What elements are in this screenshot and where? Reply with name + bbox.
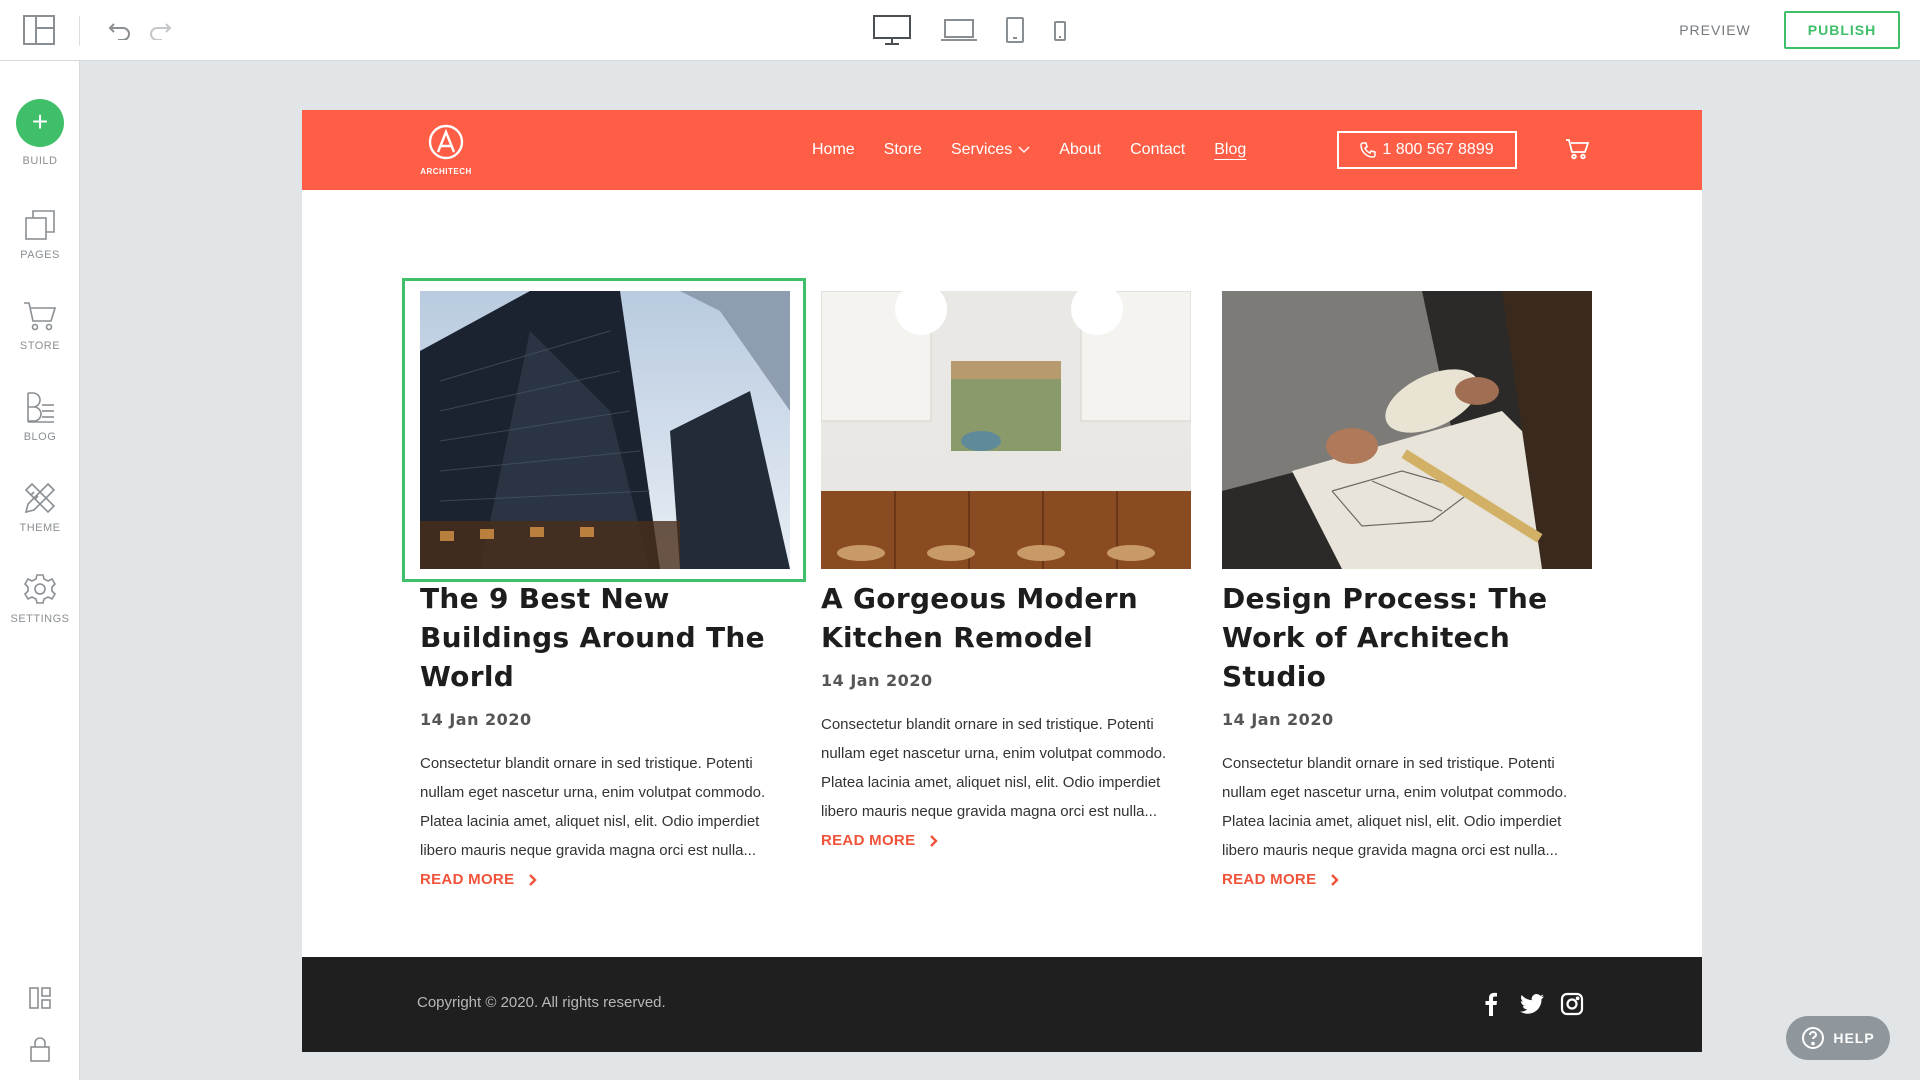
post-date: 14 Jan 2020 bbox=[420, 710, 532, 729]
nav-services-label: Services bbox=[950, 141, 1013, 158]
post-title[interactable]: A Gorgeous Modern Kitchen Remodel bbox=[821, 579, 1191, 657]
mobile-icon[interactable] bbox=[1053, 20, 1067, 42]
pages-icon bbox=[0, 205, 80, 245]
blog-card: The 9 Best New Buildings Around The Worl… bbox=[420, 291, 790, 888]
phone-number: 1 800 567 8899 bbox=[1382, 141, 1494, 158]
sidebar-item-label: STORE bbox=[19, 340, 61, 352]
sidebar-item-pages[interactable]: PAGES bbox=[0, 205, 80, 261]
nav-store[interactable]: Store bbox=[884, 141, 922, 159]
cart-icon bbox=[0, 296, 80, 336]
post-image-kitchen[interactable] bbox=[821, 291, 1191, 569]
nav-blog[interactable]: Blog bbox=[1214, 141, 1246, 159]
sidebar-item-label: BLOG bbox=[23, 431, 57, 443]
read-more-link[interactable]: READ MORE bbox=[1222, 871, 1592, 888]
sidebar-item-label: PAGES bbox=[20, 249, 60, 261]
site-header[interactable]: ARCHITECH Home Store Services About Cont… bbox=[302, 110, 1702, 190]
desktop-icon[interactable] bbox=[872, 14, 912, 46]
post-date: 14 Jan 2020 bbox=[821, 671, 933, 690]
dashboard-icon[interactable] bbox=[0, 987, 80, 1009]
sidebar-item-blog[interactable]: BLOG bbox=[0, 387, 80, 443]
lock-icon[interactable] bbox=[0, 1036, 80, 1062]
redo-icon[interactable] bbox=[146, 16, 174, 44]
chevron-down-icon bbox=[1018, 146, 1030, 153]
cart-icon[interactable] bbox=[1565, 138, 1590, 165]
publish-button[interactable]: PUBLISH bbox=[1784, 11, 1900, 49]
sidebar-item-theme[interactable]: THEME bbox=[0, 478, 80, 534]
editor-sidebar: + BUILD PAGES STORE BLOG THEME SETTINGS bbox=[0, 61, 80, 1080]
sidebar-item-label: SETTINGS bbox=[10, 613, 70, 625]
sidebar-item-label: BUILD bbox=[22, 155, 58, 167]
blog-card: Design Process: The Work of Architech St… bbox=[1222, 291, 1592, 888]
help-button[interactable]: HELP bbox=[1786, 1016, 1890, 1060]
site-logo[interactable]: ARCHITECH bbox=[415, 124, 477, 176]
nav-about[interactable]: About bbox=[1059, 141, 1101, 159]
instagram-icon[interactable] bbox=[1560, 992, 1584, 1021]
post-image-architect[interactable] bbox=[1222, 291, 1592, 569]
post-image-buildings[interactable] bbox=[420, 291, 790, 569]
post-excerpt: Consectetur blandit ornare in sed tristi… bbox=[821, 716, 1167, 820]
undo-icon[interactable] bbox=[106, 16, 134, 44]
layout-icon[interactable] bbox=[22, 14, 56, 46]
page-canvas: ARCHITECH Home Store Services About Cont… bbox=[302, 110, 1702, 1052]
plus-icon: + bbox=[16, 99, 64, 147]
nav-services[interactable]: Services bbox=[951, 141, 1030, 159]
brand-name: ARCHITECH bbox=[420, 167, 472, 176]
preview-button[interactable]: PREVIEW bbox=[1660, 18, 1770, 42]
chevron-right-icon bbox=[930, 834, 939, 847]
nav-home[interactable]: Home bbox=[812, 141, 855, 159]
logo-mark-icon bbox=[428, 124, 464, 160]
read-more-label: READ MORE bbox=[821, 832, 916, 849]
phone-icon bbox=[1360, 142, 1377, 158]
read-more-label: READ MORE bbox=[1222, 871, 1317, 888]
site-nav: Home Store Services About Contact Blog bbox=[812, 110, 1275, 190]
blog-icon bbox=[0, 387, 80, 427]
editor-toolbar: PREVIEW PUBLISH bbox=[0, 0, 1920, 61]
sidebar-item-build[interactable]: + BUILD bbox=[0, 99, 80, 167]
copyright-text: Copyright © 2020. All rights reserved. bbox=[417, 994, 666, 1011]
site-footer: Copyright © 2020. All rights reserved. bbox=[302, 957, 1702, 1052]
facebook-icon[interactable] bbox=[1484, 992, 1498, 1021]
laptop-icon[interactable] bbox=[940, 16, 978, 44]
chevron-right-icon bbox=[529, 873, 538, 886]
twitter-icon[interactable] bbox=[1520, 994, 1544, 1019]
tablet-icon[interactable] bbox=[1005, 16, 1025, 44]
sidebar-item-label: THEME bbox=[19, 522, 61, 534]
read-more-link[interactable]: READ MORE bbox=[821, 832, 1191, 849]
post-date: 14 Jan 2020 bbox=[1222, 710, 1334, 729]
brush-icon bbox=[0, 478, 80, 518]
gear-icon bbox=[0, 569, 80, 609]
blog-card: A Gorgeous Modern Kitchen Remodel 14 Jan… bbox=[821, 291, 1191, 849]
chevron-right-icon bbox=[1331, 873, 1340, 886]
post-title[interactable]: The 9 Best New Buildings Around The Worl… bbox=[420, 579, 790, 696]
help-icon bbox=[1802, 1027, 1825, 1049]
sidebar-item-store[interactable]: STORE bbox=[0, 296, 80, 352]
phone-button[interactable]: 1 800 567 8899 bbox=[1337, 131, 1517, 169]
read-more-label: READ MORE bbox=[420, 871, 515, 888]
post-excerpt: Consectetur blandit ornare in sed tristi… bbox=[420, 755, 766, 859]
read-more-link[interactable]: READ MORE bbox=[420, 871, 790, 888]
post-title[interactable]: Design Process: The Work of Architech St… bbox=[1222, 579, 1592, 696]
nav-contact[interactable]: Contact bbox=[1130, 141, 1185, 159]
post-excerpt: Consectetur blandit ornare in sed tristi… bbox=[1222, 755, 1568, 859]
sidebar-item-settings[interactable]: SETTINGS bbox=[0, 569, 80, 625]
toolbar-divider bbox=[79, 16, 80, 46]
help-label: HELP bbox=[1833, 1030, 1875, 1046]
